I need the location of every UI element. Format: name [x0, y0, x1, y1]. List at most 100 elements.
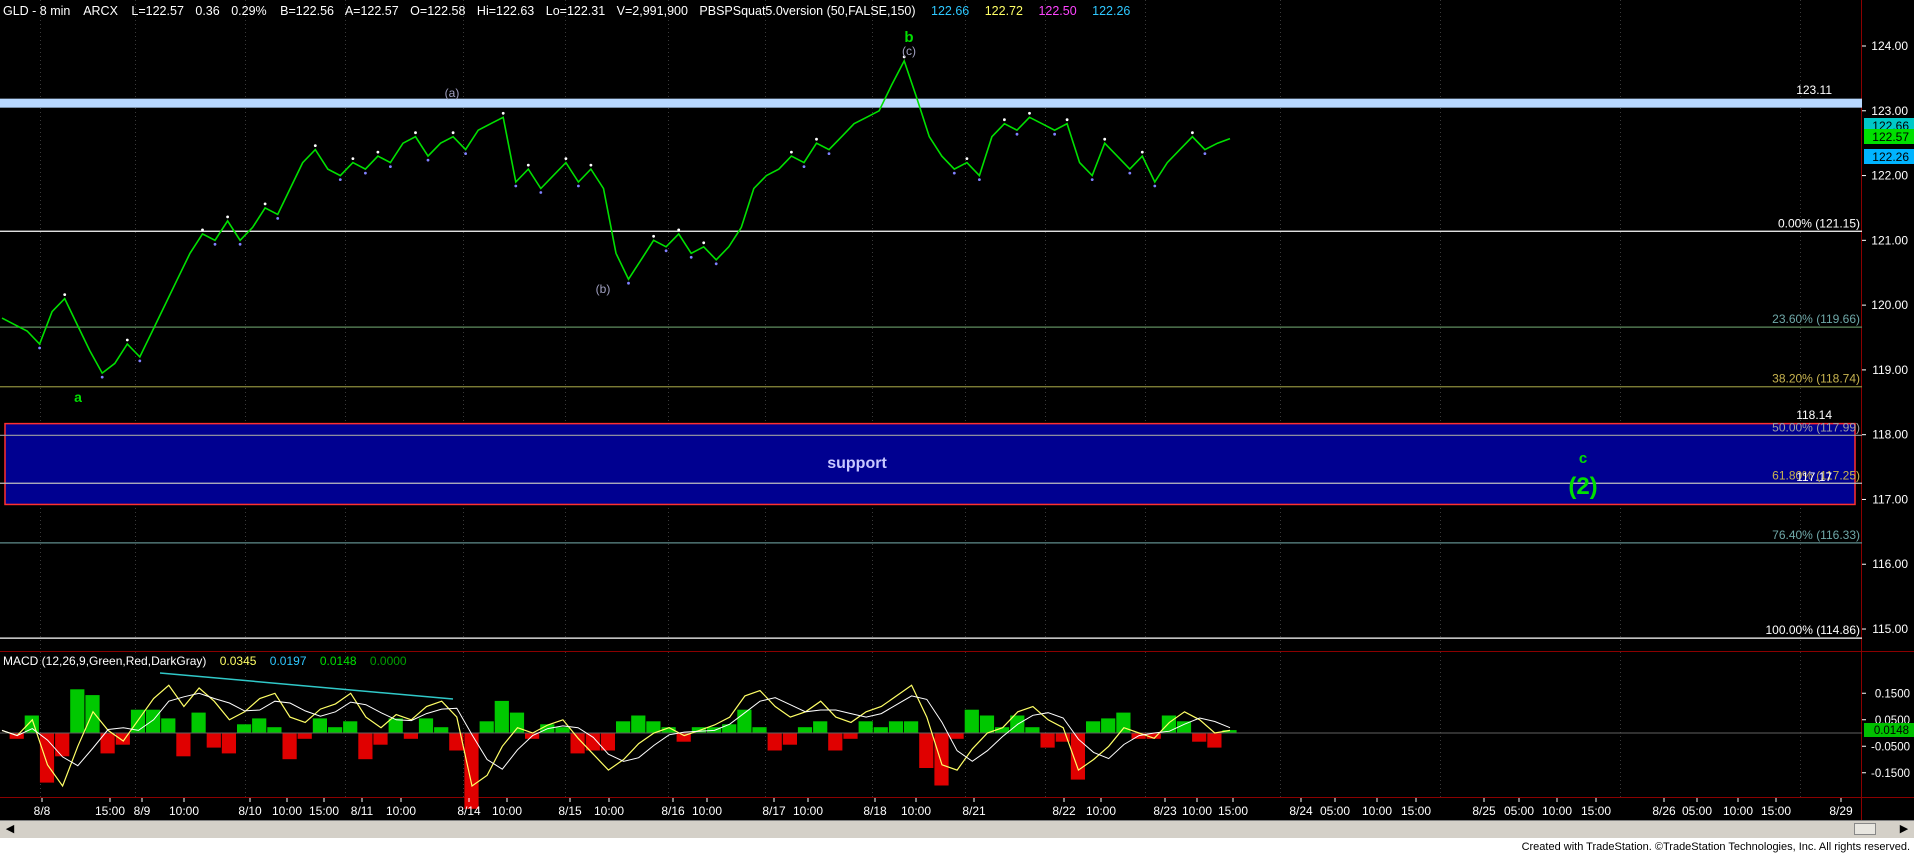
time-axis-label: 8/22 [1052, 804, 1076, 818]
wave-label: (c) [902, 44, 916, 58]
pivot-dot [338, 178, 342, 182]
pivot-dot [464, 152, 467, 156]
macd-histogram-bar [1161, 715, 1176, 733]
macd-histogram-bar [782, 733, 797, 745]
pivot-dot [1053, 132, 1056, 136]
pivot-dot [1103, 137, 1107, 141]
pivot-dot [627, 281, 630, 285]
scroll-right-icon[interactable]: ▶ [1896, 822, 1912, 836]
macd-histogram-bar [1116, 712, 1131, 733]
macd-histogram-bar [964, 709, 979, 733]
time-axis-label: 8/11 [351, 804, 374, 818]
pivot-dot [125, 338, 129, 342]
time-axis-label: 05:00 [1320, 804, 1350, 818]
price-tick-label: 123.00 [1871, 104, 1908, 118]
macd-histogram-bar [221, 733, 236, 754]
macd-histogram-bar [934, 733, 949, 786]
price-tick-label: 124.00 [1871, 39, 1908, 53]
pivot-dot [238, 242, 242, 246]
pivot-dot [351, 157, 355, 161]
time-axis-label: 8/9 [134, 804, 151, 818]
macd-histogram-bar [843, 733, 858, 739]
pivot-dot [451, 131, 455, 135]
header-change: 0.36 [195, 4, 219, 18]
macd-histogram-bar [767, 733, 782, 751]
macd-histogram-bar [979, 715, 995, 733]
pivot-dot [1028, 111, 1031, 115]
macd-histogram-bar [161, 718, 176, 733]
time-axis-label: 8/8 [34, 804, 51, 818]
macd-histogram-bar [282, 733, 297, 760]
wave-label: (2) [1568, 473, 1597, 500]
header-bid: B=122.56 [280, 4, 334, 18]
fib-label: 100.00% (114.86) [1765, 623, 1860, 637]
time-axis-label: 8/16 [661, 804, 685, 818]
pivot-dot [702, 241, 706, 245]
footer: Created with TradeStation. ©TradeStation… [0, 838, 1914, 856]
price-tick-label: 117.00 [1872, 492, 1908, 506]
macd-histogram-bar [434, 727, 449, 733]
price-badge-text: 122.57 [1872, 130, 1909, 144]
pivot-dot [564, 157, 568, 161]
header-study-val-4: 122.26 [1092, 4, 1130, 18]
pivot-dot [714, 262, 718, 266]
fib-label: 76.40% (116.33) [1772, 528, 1860, 542]
time-axis-label: 10:00 [1723, 804, 1753, 818]
pivot-dot [689, 255, 693, 259]
chart-window: support 0.00% (121.15) 23.60% (119.66) 38.… [0, 0, 1914, 856]
pivot-dot [364, 171, 367, 175]
pivot-dot [313, 144, 317, 148]
macd-histogram-bar [873, 727, 888, 733]
macd-histogram-bar [358, 733, 373, 760]
scroll-left-icon[interactable]: ◀ [2, 822, 18, 836]
fib-label: 38.20% (118.74) [1772, 372, 1860, 386]
header-change-pct: 0.29% [231, 4, 266, 18]
header-exchange: ARCX [83, 4, 118, 18]
chart-header: GLD - 8 min ARCX L=122.57 0.36 0.29% B=1… [3, 4, 1130, 18]
time-axis-label: 15:00 [1401, 804, 1431, 818]
time-axis-label: 10:00 [1542, 804, 1572, 818]
price-tick-label: 116.00 [1872, 557, 1908, 571]
time-axis-label: 05:00 [1504, 804, 1534, 818]
macd-histogram-bar [752, 727, 767, 733]
time-axis-label: 8/15 [558, 804, 582, 818]
macd-histogram-bar [343, 721, 358, 733]
header-open: O=122.58 [410, 4, 465, 18]
resistance-band [0, 98, 1862, 108]
macd-histogram-bar [252, 718, 267, 733]
time-axis-label: 15:00 [95, 804, 125, 818]
wave-label: (b) [596, 282, 611, 296]
scroll-thumb[interactable] [1854, 823, 1876, 835]
time-axis-label: 10:00 [272, 804, 302, 818]
macd-badge-text: 0.0148 [1874, 725, 1909, 737]
header-study-val-1: 122.66 [931, 4, 969, 18]
macd-histogram-bar [1101, 718, 1116, 733]
pivot-dot [63, 293, 67, 296]
header-study-val-3: 122.50 [1038, 4, 1076, 18]
macd-histogram-bar [191, 712, 206, 733]
price-tick-label: 121.00 [1871, 233, 1908, 247]
wave-label: a [74, 389, 82, 405]
header-study-val-2: 122.72 [985, 4, 1023, 18]
macd-val-4: 0.0000 [370, 654, 407, 668]
time-axis-label: 10:00 [1182, 804, 1212, 818]
price-tick-label: 120.00 [1871, 298, 1908, 312]
support-label: support [827, 455, 887, 472]
pivot-dot [526, 163, 530, 167]
time-axis-label: 8/23 [1153, 804, 1177, 818]
price-tick-label: 119.00 [1872, 363, 1908, 377]
time-axis-label: 8/24 [1289, 804, 1313, 818]
fib-label: 0.00% (121.15) [1778, 216, 1860, 230]
macd-histogram-bar [328, 727, 343, 733]
fib-label: 23.60% (119.66) [1772, 312, 1860, 326]
fib-label: 50.00% (117.99) [1772, 420, 1860, 434]
pivot-dot [1203, 152, 1207, 156]
pivot-dot [201, 228, 204, 232]
macd-histogram-bar [297, 733, 312, 739]
pivot-dot [664, 249, 668, 253]
time-axis-label: 8/21 [962, 804, 986, 818]
horizontal-scrollbar[interactable]: ◀ ▶ [0, 820, 1914, 838]
pivot-dot [226, 215, 230, 219]
pivot-dot [1128, 171, 1132, 175]
macd-histogram-bar [888, 721, 904, 733]
